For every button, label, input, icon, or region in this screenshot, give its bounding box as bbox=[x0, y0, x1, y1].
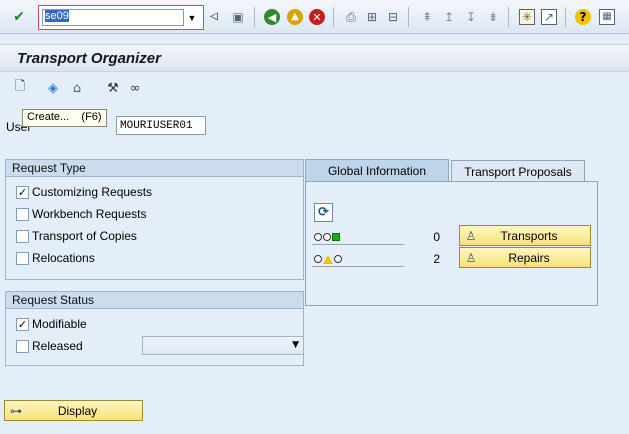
system-toolbar: ✔ se09 ▼ ◁ ▣ ◀ ▲ ✕ ⎙ ⊞ ⊟ ⇞ ↥ ↧ ⇟ ✳ ↗ ? ▦ bbox=[0, 0, 629, 34]
modifiable-checkbox-row[interactable]: ✓ Modifiable bbox=[16, 316, 87, 332]
command-field[interactable]: se09 bbox=[42, 9, 184, 26]
tooltip-shortcut: (F6) bbox=[81, 111, 102, 123]
tab-global-information[interactable]: Global Information bbox=[305, 159, 449, 181]
workbench-requests-checkbox[interactable] bbox=[16, 207, 29, 221]
divider bbox=[312, 244, 404, 245]
refresh-icon[interactable]: ⟳ bbox=[314, 203, 333, 222]
empty-light-icon bbox=[314, 255, 322, 263]
empty-light-icon bbox=[323, 233, 331, 241]
empty-light-icon bbox=[314, 233, 322, 241]
tab-transport-proposals[interactable]: Transport Proposals bbox=[451, 160, 585, 182]
display-button[interactable]: ⊶ Display bbox=[4, 400, 143, 421]
last-page-icon[interactable]: ⇟ bbox=[485, 9, 501, 25]
tab-label: Global Information bbox=[327, 164, 427, 178]
request-status-group: Request Status ✓ Modifiable Released ▼ bbox=[5, 291, 304, 366]
hierarchy-icon: ⊶ bbox=[10, 403, 22, 418]
checkbox-label: Workbench Requests bbox=[32, 207, 147, 221]
checkbox-label: Customizing Requests bbox=[32, 185, 153, 199]
request-status-title: Request Status bbox=[6, 292, 303, 309]
next-page-icon[interactable]: ↧ bbox=[463, 9, 479, 25]
relocations-checkbox-row[interactable]: Relocations bbox=[16, 250, 95, 266]
relocations-checkbox[interactable] bbox=[16, 251, 29, 265]
create-tooltip: Create... (F6) bbox=[22, 109, 107, 127]
command-history-dropdown-icon[interactable]: ▼ bbox=[185, 10, 199, 25]
toolbar-separator bbox=[508, 7, 509, 27]
divider bbox=[312, 266, 404, 267]
toolbar-separator bbox=[408, 7, 409, 27]
request-type-group: Request Type ✓ Customizing Requests Work… bbox=[5, 159, 304, 280]
command-field-value: se09 bbox=[45, 10, 69, 22]
organizer-icon[interactable]: ⌂ bbox=[68, 79, 86, 97]
button-label: Transports bbox=[500, 228, 558, 243]
new-session-icon[interactable]: ✳ bbox=[519, 9, 535, 25]
title-bar: Transport Organizer bbox=[0, 44, 629, 72]
person-icon: ♙ bbox=[465, 228, 477, 243]
find-icon[interactable]: ⊞ bbox=[364, 9, 380, 25]
exit-icon[interactable]: ▲ bbox=[287, 9, 303, 25]
workbench-requests-checkbox-row[interactable]: Workbench Requests bbox=[16, 206, 147, 222]
shortcut-icon[interactable]: ↗ bbox=[541, 9, 557, 25]
repair-status-lights bbox=[314, 252, 404, 266]
transport-of-copies-checkbox[interactable] bbox=[16, 229, 29, 243]
tab-label: Transport Proposals bbox=[464, 165, 572, 179]
tooltip-text: Create... bbox=[27, 111, 70, 123]
page-title: Transport Organizer bbox=[17, 50, 161, 67]
repairs-button[interactable]: ♙ Repairs bbox=[459, 247, 591, 268]
toolbar-separator bbox=[565, 7, 566, 27]
global-information-panel: ⟳ 0 ♙ Transports 2 ♙ Repairs bbox=[305, 181, 598, 306]
transports-count: 0 bbox=[433, 230, 440, 244]
toolbar-separator bbox=[333, 7, 334, 27]
released-checkbox-row[interactable]: Released bbox=[16, 338, 83, 354]
customizing-requests-checkbox-row[interactable]: ✓ Customizing Requests bbox=[16, 184, 152, 200]
checkbox-label: Released bbox=[32, 339, 83, 353]
save-icon[interactable]: ▣ bbox=[230, 9, 246, 25]
create-icon[interactable]: 🗋 bbox=[11, 79, 29, 97]
transport-of-copies-checkbox-row[interactable]: Transport of Copies bbox=[16, 228, 137, 244]
button-label: Display bbox=[57, 403, 98, 418]
repairs-count: 2 bbox=[433, 252, 440, 266]
glasses-icon[interactable]: ∞ bbox=[126, 79, 144, 97]
command-field-frame: se09 ▼ bbox=[38, 5, 204, 30]
button-label: Repairs bbox=[508, 250, 550, 265]
released-checkbox[interactable] bbox=[16, 339, 29, 353]
check-icon[interactable]: ✔ bbox=[11, 9, 27, 25]
first-page-icon[interactable]: ⇞ bbox=[419, 9, 435, 25]
empty-light-icon bbox=[334, 255, 342, 263]
green-light-icon bbox=[332, 233, 340, 241]
modifiable-checkbox[interactable]: ✓ bbox=[16, 317, 29, 331]
checkbox-label: Modifiable bbox=[32, 317, 87, 331]
request-type-title: Request Type bbox=[6, 160, 303, 177]
customizing-requests-checkbox[interactable]: ✓ bbox=[16, 185, 29, 199]
transports-button[interactable]: ♙ Transports bbox=[459, 225, 591, 246]
collapse-arrow-icon[interactable]: ◁ bbox=[206, 9, 222, 25]
previous-page-icon[interactable]: ↥ bbox=[441, 9, 457, 25]
cancel-icon[interactable]: ✕ bbox=[309, 9, 325, 25]
find-requests-icon[interactable]: ⚒ bbox=[104, 79, 122, 97]
user-field[interactable]: MOURIUSER01 bbox=[116, 116, 206, 135]
checkbox-label: Relocations bbox=[32, 251, 95, 265]
released-date-select[interactable]: ▼ bbox=[142, 336, 304, 355]
diamond-tool-icon[interactable]: ◈ bbox=[44, 79, 62, 97]
print-icon[interactable]: ⎙ bbox=[343, 9, 359, 25]
find-next-icon[interactable]: ⊟ bbox=[385, 9, 401, 25]
checkbox-label: Transport of Copies bbox=[32, 229, 137, 243]
back-icon[interactable]: ◀ bbox=[264, 9, 280, 25]
help-icon[interactable]: ? bbox=[575, 9, 591, 25]
toolbar-separator bbox=[254, 7, 255, 27]
application-toolbar: 🗋 ◈ ⌂ ⚒ ∞ bbox=[0, 76, 629, 102]
person-icon: ♙ bbox=[465, 250, 477, 265]
yellow-light-icon bbox=[323, 254, 333, 264]
transport-status-lights bbox=[314, 230, 404, 244]
layout-menu-icon[interactable]: ▦ bbox=[599, 9, 615, 25]
chevron-down-icon[interactable]: ▼ bbox=[292, 340, 299, 350]
